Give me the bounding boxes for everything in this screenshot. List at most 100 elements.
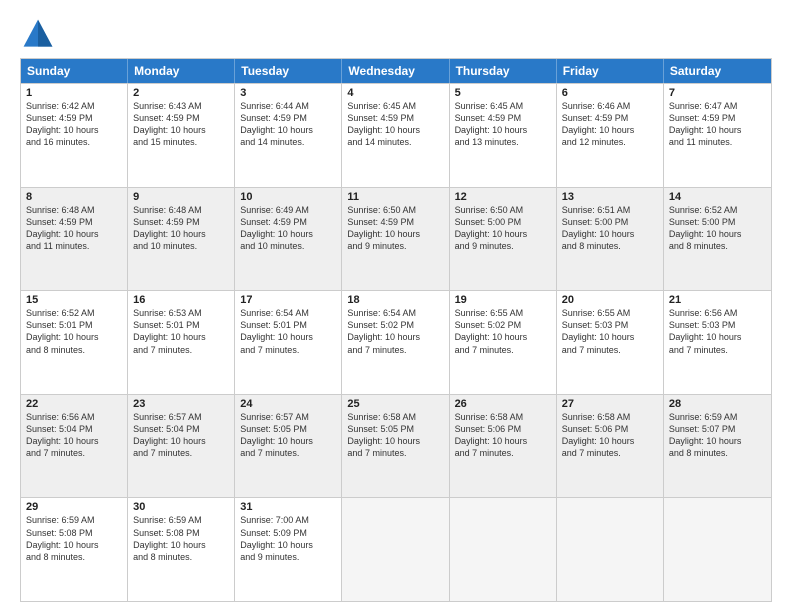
calendar-row-1: 8Sunrise: 6:48 AM Sunset: 4:59 PM Daylig… xyxy=(21,187,771,291)
cell-content: Sunrise: 6:59 AM Sunset: 5:07 PM Dayligh… xyxy=(669,411,766,460)
cell-content: Sunrise: 6:55 AM Sunset: 5:03 PM Dayligh… xyxy=(562,307,658,356)
table-row: 12Sunrise: 6:50 AM Sunset: 5:00 PM Dayli… xyxy=(450,188,557,291)
table-row: 18Sunrise: 6:54 AM Sunset: 5:02 PM Dayli… xyxy=(342,291,449,394)
calendar-row-2: 15Sunrise: 6:52 AM Sunset: 5:01 PM Dayli… xyxy=(21,290,771,394)
day-number: 8 xyxy=(26,191,122,203)
header-day-sunday: Sunday xyxy=(21,59,128,83)
table-row: 10Sunrise: 6:49 AM Sunset: 4:59 PM Dayli… xyxy=(235,188,342,291)
day-number: 21 xyxy=(669,294,766,306)
table-row: 7Sunrise: 6:47 AM Sunset: 4:59 PM Daylig… xyxy=(664,84,771,187)
cell-content: Sunrise: 6:57 AM Sunset: 5:05 PM Dayligh… xyxy=(240,411,336,460)
logo xyxy=(20,16,62,52)
day-number: 24 xyxy=(240,398,336,410)
day-number: 15 xyxy=(26,294,122,306)
calendar-row-3: 22Sunrise: 6:56 AM Sunset: 5:04 PM Dayli… xyxy=(21,394,771,498)
cell-content: Sunrise: 6:57 AM Sunset: 5:04 PM Dayligh… xyxy=(133,411,229,460)
header xyxy=(20,16,772,52)
table-row: 13Sunrise: 6:51 AM Sunset: 5:00 PM Dayli… xyxy=(557,188,664,291)
day-number: 27 xyxy=(562,398,658,410)
table-row xyxy=(664,498,771,601)
day-number: 31 xyxy=(240,501,336,513)
table-row: 16Sunrise: 6:53 AM Sunset: 5:01 PM Dayli… xyxy=(128,291,235,394)
cell-content: Sunrise: 6:47 AM Sunset: 4:59 PM Dayligh… xyxy=(669,100,766,149)
header-day-thursday: Thursday xyxy=(450,59,557,83)
cell-content: Sunrise: 6:48 AM Sunset: 4:59 PM Dayligh… xyxy=(133,204,229,253)
day-number: 18 xyxy=(347,294,443,306)
table-row xyxy=(450,498,557,601)
table-row: 28Sunrise: 6:59 AM Sunset: 5:07 PM Dayli… xyxy=(664,395,771,498)
day-number: 13 xyxy=(562,191,658,203)
table-row: 6Sunrise: 6:46 AM Sunset: 4:59 PM Daylig… xyxy=(557,84,664,187)
day-number: 11 xyxy=(347,191,443,203)
day-number: 26 xyxy=(455,398,551,410)
cell-content: Sunrise: 6:54 AM Sunset: 5:01 PM Dayligh… xyxy=(240,307,336,356)
cell-content: Sunrise: 6:59 AM Sunset: 5:08 PM Dayligh… xyxy=(133,514,229,563)
header-day-saturday: Saturday xyxy=(664,59,771,83)
table-row: 24Sunrise: 6:57 AM Sunset: 5:05 PM Dayli… xyxy=(235,395,342,498)
cell-content: Sunrise: 6:48 AM Sunset: 4:59 PM Dayligh… xyxy=(26,204,122,253)
cell-content: Sunrise: 6:46 AM Sunset: 4:59 PM Dayligh… xyxy=(562,100,658,149)
cell-content: Sunrise: 6:54 AM Sunset: 5:02 PM Dayligh… xyxy=(347,307,443,356)
table-row: 1Sunrise: 6:42 AM Sunset: 4:59 PM Daylig… xyxy=(21,84,128,187)
day-number: 5 xyxy=(455,87,551,99)
cell-content: Sunrise: 6:50 AM Sunset: 5:00 PM Dayligh… xyxy=(455,204,551,253)
cell-content: Sunrise: 6:59 AM Sunset: 5:08 PM Dayligh… xyxy=(26,514,122,563)
table-row xyxy=(342,498,449,601)
table-row: 5Sunrise: 6:45 AM Sunset: 4:59 PM Daylig… xyxy=(450,84,557,187)
table-row: 21Sunrise: 6:56 AM Sunset: 5:03 PM Dayli… xyxy=(664,291,771,394)
day-number: 29 xyxy=(26,501,122,513)
day-number: 4 xyxy=(347,87,443,99)
cell-content: Sunrise: 6:50 AM Sunset: 4:59 PM Dayligh… xyxy=(347,204,443,253)
calendar: SundayMondayTuesdayWednesdayThursdayFrid… xyxy=(20,58,772,602)
cell-content: Sunrise: 6:43 AM Sunset: 4:59 PM Dayligh… xyxy=(133,100,229,149)
table-row: 25Sunrise: 6:58 AM Sunset: 5:05 PM Dayli… xyxy=(342,395,449,498)
header-day-tuesday: Tuesday xyxy=(235,59,342,83)
logo-icon xyxy=(20,16,56,52)
table-row: 4Sunrise: 6:45 AM Sunset: 4:59 PM Daylig… xyxy=(342,84,449,187)
cell-content: Sunrise: 6:58 AM Sunset: 5:05 PM Dayligh… xyxy=(347,411,443,460)
table-row: 29Sunrise: 6:59 AM Sunset: 5:08 PM Dayli… xyxy=(21,498,128,601)
day-number: 23 xyxy=(133,398,229,410)
table-row: 14Sunrise: 6:52 AM Sunset: 5:00 PM Dayli… xyxy=(664,188,771,291)
cell-content: Sunrise: 6:45 AM Sunset: 4:59 PM Dayligh… xyxy=(455,100,551,149)
cell-content: Sunrise: 6:53 AM Sunset: 5:01 PM Dayligh… xyxy=(133,307,229,356)
day-number: 16 xyxy=(133,294,229,306)
day-number: 20 xyxy=(562,294,658,306)
table-row: 11Sunrise: 6:50 AM Sunset: 4:59 PM Dayli… xyxy=(342,188,449,291)
day-number: 19 xyxy=(455,294,551,306)
day-number: 9 xyxy=(133,191,229,203)
day-number: 10 xyxy=(240,191,336,203)
day-number: 7 xyxy=(669,87,766,99)
cell-content: Sunrise: 6:58 AM Sunset: 5:06 PM Dayligh… xyxy=(562,411,658,460)
page: SundayMondayTuesdayWednesdayThursdayFrid… xyxy=(0,0,792,612)
cell-content: Sunrise: 6:58 AM Sunset: 5:06 PM Dayligh… xyxy=(455,411,551,460)
table-row: 20Sunrise: 6:55 AM Sunset: 5:03 PM Dayli… xyxy=(557,291,664,394)
day-number: 1 xyxy=(26,87,122,99)
table-row: 30Sunrise: 6:59 AM Sunset: 5:08 PM Dayli… xyxy=(128,498,235,601)
table-row: 3Sunrise: 6:44 AM Sunset: 4:59 PM Daylig… xyxy=(235,84,342,187)
calendar-row-4: 29Sunrise: 6:59 AM Sunset: 5:08 PM Dayli… xyxy=(21,497,771,601)
table-row: 31Sunrise: 7:00 AM Sunset: 5:09 PM Dayli… xyxy=(235,498,342,601)
day-number: 2 xyxy=(133,87,229,99)
table-row xyxy=(557,498,664,601)
cell-content: Sunrise: 6:55 AM Sunset: 5:02 PM Dayligh… xyxy=(455,307,551,356)
cell-content: Sunrise: 6:52 AM Sunset: 5:00 PM Dayligh… xyxy=(669,204,766,253)
day-number: 28 xyxy=(669,398,766,410)
cell-content: Sunrise: 6:42 AM Sunset: 4:59 PM Dayligh… xyxy=(26,100,122,149)
day-number: 25 xyxy=(347,398,443,410)
calendar-header: SundayMondayTuesdayWednesdayThursdayFrid… xyxy=(21,59,771,83)
cell-content: Sunrise: 7:00 AM Sunset: 5:09 PM Dayligh… xyxy=(240,514,336,563)
table-row: 8Sunrise: 6:48 AM Sunset: 4:59 PM Daylig… xyxy=(21,188,128,291)
table-row: 22Sunrise: 6:56 AM Sunset: 5:04 PM Dayli… xyxy=(21,395,128,498)
table-row: 15Sunrise: 6:52 AM Sunset: 5:01 PM Dayli… xyxy=(21,291,128,394)
table-row: 27Sunrise: 6:58 AM Sunset: 5:06 PM Dayli… xyxy=(557,395,664,498)
day-number: 30 xyxy=(133,501,229,513)
day-number: 12 xyxy=(455,191,551,203)
cell-content: Sunrise: 6:56 AM Sunset: 5:03 PM Dayligh… xyxy=(669,307,766,356)
day-number: 22 xyxy=(26,398,122,410)
table-row: 23Sunrise: 6:57 AM Sunset: 5:04 PM Dayli… xyxy=(128,395,235,498)
table-row: 2Sunrise: 6:43 AM Sunset: 4:59 PM Daylig… xyxy=(128,84,235,187)
calendar-row-0: 1Sunrise: 6:42 AM Sunset: 4:59 PM Daylig… xyxy=(21,83,771,187)
cell-content: Sunrise: 6:49 AM Sunset: 4:59 PM Dayligh… xyxy=(240,204,336,253)
header-day-friday: Friday xyxy=(557,59,664,83)
